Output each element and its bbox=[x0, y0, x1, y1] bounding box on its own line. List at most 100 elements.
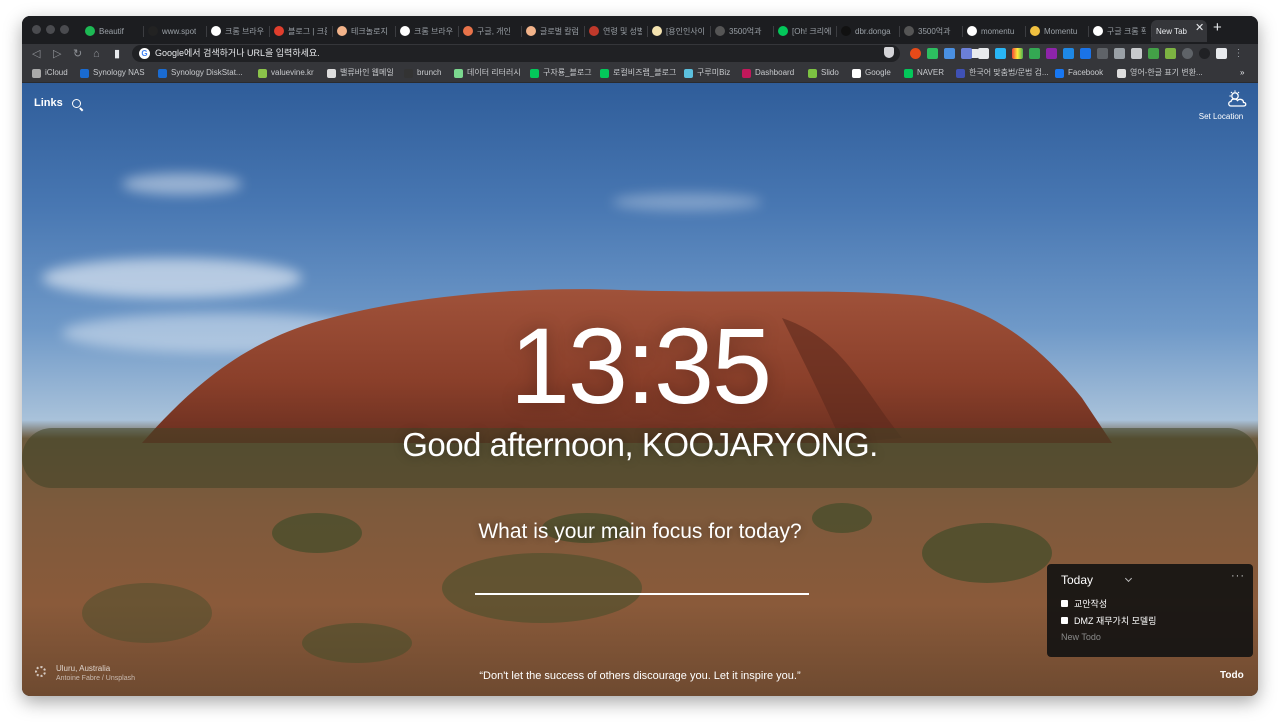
bookmark-item[interactable]: 영어-한글 표기 변환... bbox=[1117, 68, 1203, 78]
bookmark-label: 한국어 맞춤법/문법 검... bbox=[969, 68, 1049, 77]
bookmark-item[interactable]: 구자룡_블로그 bbox=[530, 68, 592, 78]
todo-item-label[interactable]: 교안작성 bbox=[1074, 597, 1107, 610]
tab[interactable]: 구글 크롬 확 bbox=[1088, 20, 1151, 42]
tab[interactable]: 3500억과 bbox=[899, 20, 962, 42]
todo-checkbox[interactable] bbox=[1061, 617, 1068, 624]
extension-icon[interactable] bbox=[1182, 48, 1193, 59]
google-icon bbox=[852, 68, 861, 78]
tab[interactable]: 블로그 | 크롬 bbox=[269, 20, 332, 42]
reload-button[interactable]: ↻ bbox=[73, 47, 82, 61]
spotify-icon bbox=[85, 26, 95, 36]
extension-icon[interactable] bbox=[1063, 48, 1074, 59]
bookmark-item[interactable]: brunch bbox=[404, 68, 441, 78]
tab[interactable]: [Oh! 크리에 bbox=[773, 20, 836, 42]
set-location-button[interactable]: Set Location bbox=[1192, 112, 1250, 121]
evernote-icon[interactable] bbox=[927, 48, 938, 59]
translate-icon[interactable] bbox=[961, 48, 972, 59]
bookmark-item[interactable]: NAVER bbox=[904, 68, 944, 78]
tab[interactable]: Momentu bbox=[1025, 20, 1088, 42]
tab[interactable]: [용인인사이 bbox=[647, 20, 710, 42]
todo-item-label[interactable]: DMZ 재무가치 모델링 bbox=[1074, 614, 1156, 627]
close-window-button[interactable] bbox=[32, 25, 41, 34]
new-tab-button[interactable]: + bbox=[1213, 20, 1222, 35]
tab[interactable]: Beautif bbox=[80, 20, 143, 42]
profile-icon[interactable] bbox=[1199, 48, 1210, 59]
hex-icon bbox=[454, 68, 463, 78]
extension-icon[interactable] bbox=[995, 48, 1006, 59]
bookmark-item[interactable]: Slido bbox=[808, 68, 839, 78]
links-button[interactable]: Links bbox=[34, 97, 63, 109]
tab[interactable]: 연령 및 성별 bbox=[584, 20, 647, 42]
tab-strip: Beautif www.spot 크롬 브라우 블로그 | 크롬 테크놀로지 크롬 브라우… bbox=[22, 16, 1258, 44]
globe-icon bbox=[327, 68, 336, 78]
tab[interactable]: 테크놀로지 bbox=[332, 20, 395, 42]
tab-label: 크롬 브라우 bbox=[225, 26, 264, 36]
bookmark-item[interactable]: 데이터 리터러시 bbox=[454, 68, 521, 78]
search-icon[interactable] bbox=[72, 99, 81, 108]
naver-icon bbox=[904, 68, 913, 78]
bookmark-label: Facebook bbox=[1068, 68, 1104, 77]
bookmark-item[interactable]: Synology NAS bbox=[80, 68, 145, 78]
todo-checkbox[interactable] bbox=[1061, 600, 1068, 607]
tab-label: 구글 크롬 확 bbox=[1107, 26, 1146, 36]
extension-icon[interactable] bbox=[1165, 48, 1176, 59]
color-picker-icon[interactable] bbox=[1012, 48, 1023, 59]
google-icon bbox=[211, 26, 221, 36]
daily-quote[interactable]: “Don't let the success of others discour… bbox=[22, 670, 1258, 682]
chevron-down-icon[interactable] bbox=[1124, 574, 1133, 583]
tab[interactable]: 크롬 브라우 bbox=[206, 20, 269, 42]
menu-icon[interactable]: ⋮ bbox=[1233, 48, 1244, 59]
focus-input[interactable] bbox=[475, 573, 809, 595]
bookmark-item[interactable]: Synology DiskStat... bbox=[158, 68, 243, 78]
bookmark-icon[interactable]: ▮ bbox=[114, 47, 120, 61]
extension-icon[interactable] bbox=[910, 48, 921, 59]
bookmark-item[interactable]: iCloud bbox=[32, 68, 68, 78]
zoom-window-button[interactable] bbox=[60, 25, 69, 34]
brave-shield-icon[interactable] bbox=[884, 47, 894, 58]
bookmark-label: Synology DiskStat... bbox=[171, 68, 243, 77]
todo-button[interactable]: Todo bbox=[1220, 670, 1244, 681]
bookmark-item[interactable]: 로컬비즈랩_블로그 bbox=[600, 68, 676, 78]
extension-icon[interactable] bbox=[1097, 48, 1108, 59]
forward-button[interactable]: ▷ bbox=[53, 47, 61, 61]
bush-decoration bbox=[302, 623, 412, 663]
close-tab-icon[interactable]: ✕ bbox=[1195, 23, 1204, 34]
extension-icon[interactable] bbox=[1131, 48, 1142, 59]
bookmark-item[interactable]: 밸류바인 웹메일 bbox=[327, 68, 394, 78]
home-button[interactable]: ⌂ bbox=[93, 47, 100, 61]
bookmarks-overflow-button[interactable]: » bbox=[1240, 68, 1244, 78]
extension-icon[interactable] bbox=[944, 48, 955, 59]
tab[interactable]: 구글, 개인 bbox=[458, 20, 521, 42]
loading-icon bbox=[715, 26, 725, 36]
check-icon[interactable] bbox=[1080, 48, 1091, 59]
momentum-icon bbox=[1030, 26, 1040, 36]
tab[interactable]: 크롬 브라우 bbox=[395, 20, 458, 42]
weather-cloud-sun-icon[interactable] bbox=[1226, 90, 1248, 108]
extension-icon[interactable] bbox=[1046, 48, 1057, 59]
more-options-icon[interactable]: ··· bbox=[1231, 570, 1245, 582]
notion-icon[interactable] bbox=[978, 48, 989, 59]
bookmark-item[interactable]: valuevine.kr bbox=[258, 68, 314, 78]
tab-label: [용인인사이 bbox=[666, 26, 705, 36]
cloud-icon bbox=[684, 68, 693, 78]
minimize-window-button[interactable] bbox=[46, 25, 55, 34]
bookmark-item[interactable]: Facebook bbox=[1055, 68, 1103, 78]
tab[interactable]: momentu bbox=[962, 20, 1025, 42]
sheets-icon[interactable] bbox=[1029, 48, 1040, 59]
tab[interactable]: dbr.donga bbox=[836, 20, 899, 42]
tab[interactable]: 글로벌 칼럼 bbox=[521, 20, 584, 42]
tab[interactable]: www.spot bbox=[143, 20, 206, 42]
back-button[interactable]: ◁ bbox=[32, 47, 40, 61]
font-icon[interactable] bbox=[1114, 48, 1125, 59]
puzzle-icon[interactable] bbox=[1216, 48, 1227, 59]
bookmark-item[interactable]: Dashboard bbox=[742, 68, 794, 78]
loading-icon bbox=[904, 26, 914, 36]
checkmark-icon[interactable] bbox=[1148, 48, 1159, 59]
bookmark-item[interactable]: 한국어 맞춤법/문법 검... bbox=[956, 68, 1049, 78]
todo-list-title[interactable]: Today bbox=[1061, 573, 1093, 587]
bookmark-item[interactable]: 구루미Biz bbox=[684, 68, 730, 78]
omnibox[interactable]: Google에서 검색하거나 URL을 입력하세요. bbox=[132, 45, 979, 62]
tab[interactable]: 3500억과 bbox=[710, 20, 773, 42]
bookmark-item[interactable]: Google bbox=[852, 68, 891, 78]
new-todo-input[interactable]: New Todo bbox=[1061, 632, 1101, 642]
